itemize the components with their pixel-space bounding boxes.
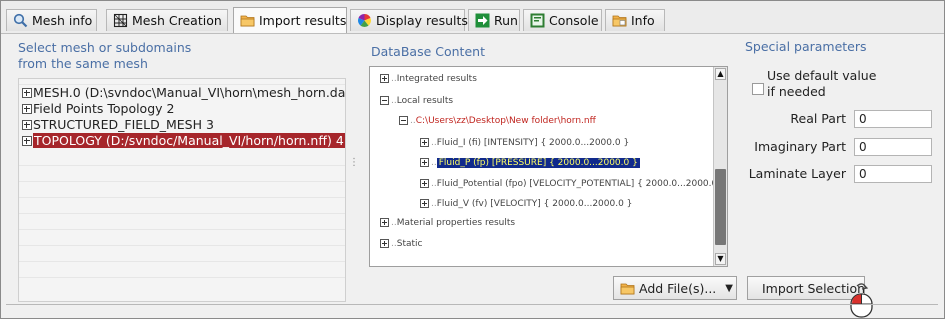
real-part-label: Real Part — [790, 111, 846, 126]
expand-icon[interactable] — [380, 73, 389, 83]
expand-icon[interactable] — [22, 119, 32, 130]
bottom-divider — [6, 304, 938, 305]
tab-label: Mesh Creation — [132, 13, 222, 28]
mesh-grid-icon — [113, 13, 128, 28]
mesh-list-item-label: Field Points Topology 2 — [33, 101, 175, 116]
scroll-thumb[interactable] — [715, 169, 726, 245]
tree-node-fluid-i[interactable]: ..Fluid_I (fi) [INTENSITY] { 2000.0...20… — [420, 136, 629, 150]
expand-icon[interactable] — [22, 135, 32, 146]
mesh-list[interactable]: MESH.0 (D:\svndoc\Manual_VI\horn\mesh_ho… — [18, 78, 346, 302]
mesh-list-item[interactable]: Field Points Topology 2 — [19, 101, 345, 117]
tab-mesh-creation[interactable]: Mesh Creation — [106, 9, 228, 31]
mesh-list-item[interactable]: STRUCTURED_FIELD_MESH 3 — [19, 117, 345, 133]
database-label: DataBase Content — [371, 44, 485, 59]
expand-icon[interactable] — [22, 103, 32, 114]
scroll-down-icon[interactable]: ▼ — [715, 253, 726, 265]
mesh-list-item-selected[interactable]: TOPOLOGY (D:/svndoc/Manual_VI/horn/horn.… — [19, 133, 345, 149]
console-icon — [530, 13, 545, 28]
expand-icon[interactable] — [380, 217, 389, 227]
dropdown-arrow-icon[interactable]: ▼ — [725, 283, 733, 294]
tab-label: Info — [631, 13, 655, 28]
tab-label: Run — [494, 13, 518, 28]
tree-node-fluid-v[interactable]: ..Fluid_V (fv) [VELOCITY] { 2000.0...200… — [420, 197, 632, 211]
tab-display-results[interactable]: Display results — [350, 9, 468, 31]
tree-node-fluid-p[interactable]: .. Fluid_P (fp) [PRESSURE] { 2000.0...200… — [420, 156, 640, 170]
tree-node-fluid-potential[interactable]: ..Fluid_Potential (fpo) [VELOCITY_POTENT… — [420, 177, 726, 191]
tab-label: Import results — [259, 13, 347, 28]
scroll-up-icon[interactable]: ▲ — [715, 68, 726, 80]
expand-icon[interactable] — [420, 198, 429, 208]
imaginary-part-label: Imaginary Part — [754, 139, 846, 154]
database-tree[interactable]: ..Integrated results ..Local results ..C… — [369, 66, 728, 267]
tab-mesh-info[interactable]: Mesh info — [6, 9, 97, 31]
special-parameters-title: Special parameters — [745, 39, 867, 54]
import-results-window: Mesh info Mesh Creation Import results D… — [0, 0, 945, 319]
mesh-list-item[interactable]: MESH.0 (D:\svndoc\Manual_VI\horn\mesh_ho… — [19, 85, 345, 101]
mesh-list-item-label: MESH.0 (D:\svndoc\Manual_VI\horn\mesh_ho… — [33, 85, 345, 100]
mesh-list-item-label: TOPOLOGY (D:/svndoc/Manual_VI/horn/horn.… — [33, 133, 345, 148]
expand-icon[interactable] — [420, 137, 429, 147]
mesh-select-label-line2: from the same mesh — [18, 56, 148, 71]
tab-label: Console — [549, 13, 599, 28]
tab-bar: Mesh info Mesh Creation Import results D… — [1, 1, 944, 34]
tree-node-local-results[interactable]: ..Local results — [380, 94, 453, 108]
green-arrow-icon — [475, 13, 490, 28]
color-wheel-icon — [357, 13, 372, 28]
collapse-icon[interactable] — [380, 95, 389, 105]
add-files-label: Add File(s)... — [639, 280, 717, 296]
tab-import-results[interactable]: Import results — [233, 7, 347, 33]
tab-label: Mesh info — [32, 13, 93, 28]
expand-icon[interactable] — [22, 87, 32, 98]
use-default-checkbox[interactable] — [752, 83, 764, 95]
mesh-list-item-label: STRUCTURED_FIELD_MESH 3 — [33, 117, 214, 132]
expand-icon[interactable] — [420, 178, 429, 188]
splitter-handle[interactable]: ⋮ — [349, 158, 359, 177]
imaginary-part-field[interactable]: 0 — [854, 138, 932, 156]
use-default-label-line2: if needed — [767, 84, 826, 99]
laminate-layer-label: Laminate Layer — [748, 166, 846, 181]
real-part-field[interactable]: 0 — [854, 110, 932, 128]
laminate-layer-field[interactable]: 0 — [854, 165, 932, 183]
expand-icon[interactable] — [380, 238, 389, 248]
mesh-select-label-line1: Select mesh or subdomains — [18, 40, 192, 55]
tree-node-integrated[interactable]: ..Integrated results — [380, 72, 477, 86]
expand-icon[interactable] — [420, 157, 429, 167]
magnifier-icon — [13, 13, 28, 28]
tab-info[interactable]: Info — [605, 9, 665, 31]
folder-icon — [620, 281, 635, 296]
tab-label: Display results — [376, 13, 468, 28]
tab-run[interactable]: Run — [468, 9, 520, 31]
special-parameters-panel: Special parameters Use default value if … — [742, 35, 939, 271]
use-default-label-line1: Use default value — [767, 68, 877, 83]
database-scrollbar[interactable]: ▲ ▼ — [713, 67, 727, 266]
folder-info-icon — [612, 13, 627, 28]
mouse-click-icon — [847, 282, 877, 318]
add-files-button[interactable]: Add File(s)... ▼ — [613, 276, 737, 300]
tree-node-file[interactable]: ..C:\Users\zz\Desktop\New folder\horn.nf… — [399, 114, 596, 128]
tree-node-static[interactable]: ..Static — [380, 237, 422, 251]
collapse-icon[interactable] — [399, 115, 408, 125]
tree-node-material[interactable]: ..Material properties results — [380, 216, 515, 230]
tab-console[interactable]: Console — [523, 9, 602, 31]
folder-icon — [240, 13, 255, 28]
